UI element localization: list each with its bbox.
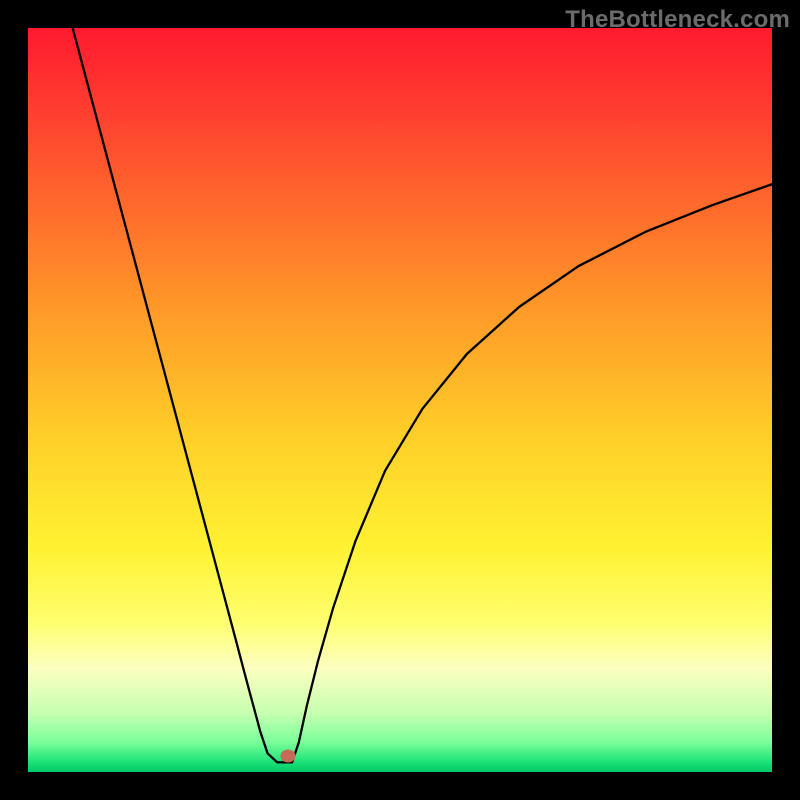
chart-frame: TheBottleneck.com <box>0 0 800 800</box>
bottleneck-curve <box>28 28 772 772</box>
curve-path <box>73 28 772 762</box>
optimum-dot-icon <box>281 749 296 762</box>
watermark-label: TheBottleneck.com <box>565 6 790 34</box>
plot-area <box>28 28 772 772</box>
